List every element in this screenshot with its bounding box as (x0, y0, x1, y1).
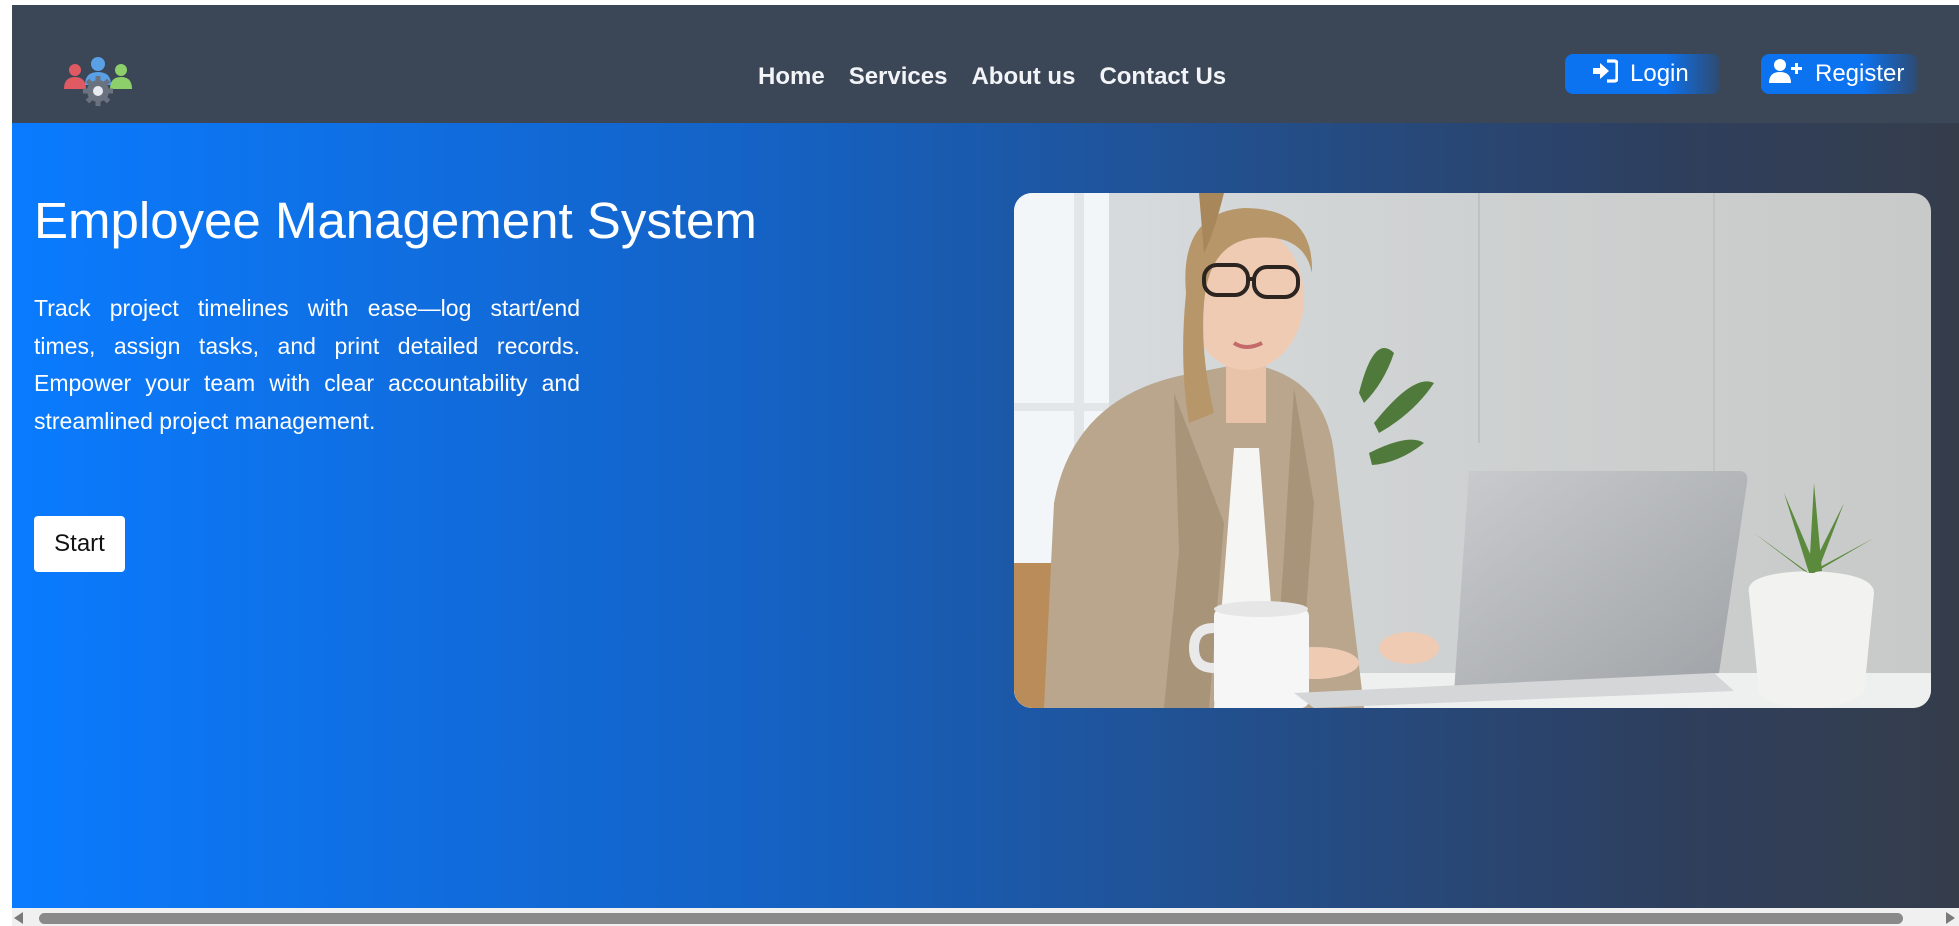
main-nav: Home Services About us Contact Us (758, 61, 1250, 93)
user-plus-icon (1769, 58, 1803, 91)
register-button[interactable]: Register (1761, 54, 1918, 94)
horizontal-scrollbar[interactable] (12, 908, 1959, 926)
register-label: Register (1815, 60, 1905, 87)
nav-about-link[interactable]: About us (971, 61, 1075, 93)
nav-contact-link[interactable]: Contact Us (1099, 61, 1226, 93)
hero-description: Track project timelines with ease—log st… (34, 295, 580, 434)
start-button[interactable]: Start (34, 516, 125, 572)
woman-working-on-laptop-photo (1014, 193, 1931, 708)
hero-section: Employee Management System Track project… (12, 123, 1959, 908)
sign-in-icon (1591, 58, 1619, 90)
scroll-right-arrow-icon[interactable] (1946, 912, 1955, 924)
nav-services-link[interactable]: Services (849, 61, 948, 93)
scroll-left-arrow-icon[interactable] (14, 912, 23, 924)
navbar: Home Services About us Contact Us Login (12, 5, 1959, 123)
page: Home Services About us Contact Us Login (12, 5, 1959, 908)
login-button[interactable]: Login (1565, 54, 1720, 94)
nav-home-link[interactable]: Home (758, 61, 825, 93)
team-gear-icon[interactable] (62, 55, 134, 109)
login-label: Login (1630, 60, 1689, 87)
hero-title: Employee Management System (34, 192, 757, 249)
scrollbar-thumb[interactable] (39, 913, 1903, 924)
